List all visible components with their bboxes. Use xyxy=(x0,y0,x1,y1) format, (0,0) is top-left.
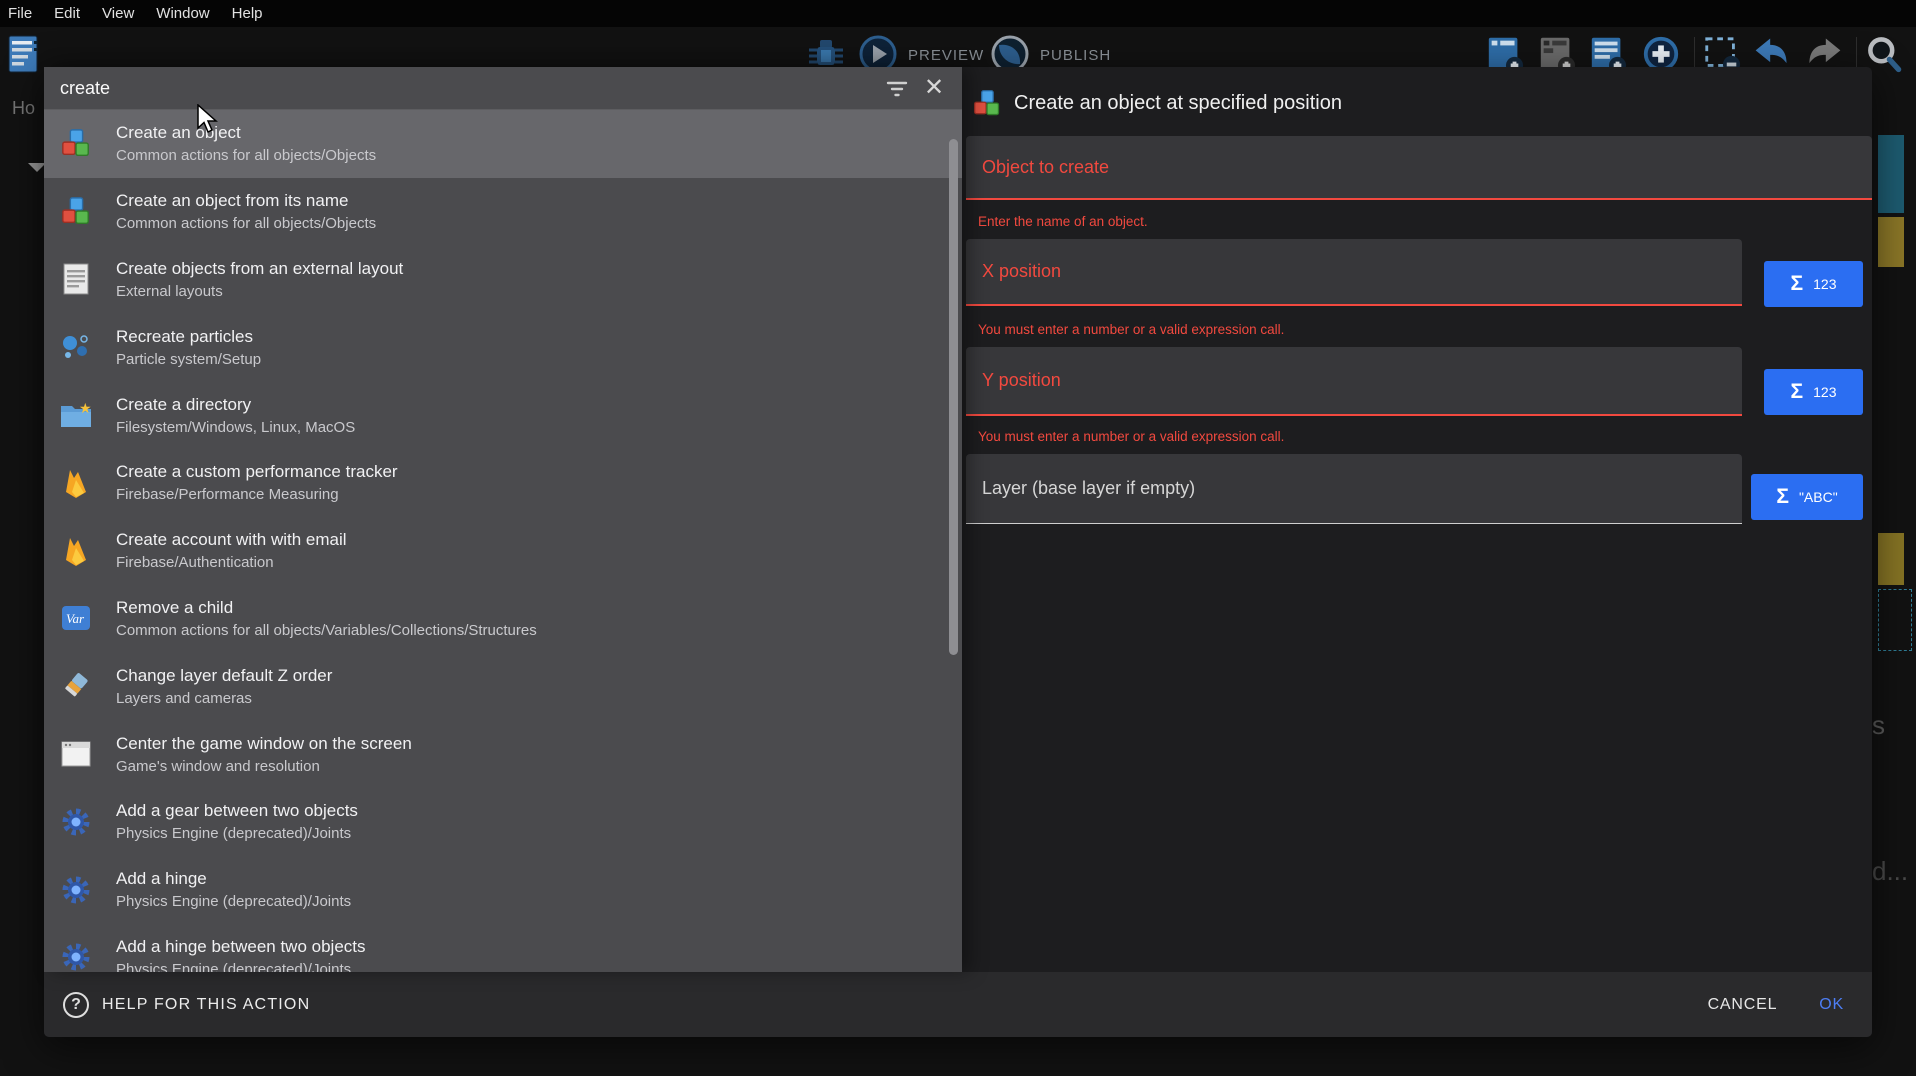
result-title: Add a gear between two objects xyxy=(116,801,358,821)
background-text-fragment: d... xyxy=(1872,856,1908,887)
background-selection-fragment xyxy=(1878,589,1912,651)
result-subtitle: Firebase/Performance Measuring xyxy=(116,486,398,503)
firebase-icon xyxy=(58,465,94,501)
close-icon[interactable]: ✕ xyxy=(924,72,944,104)
background-teal-fragment xyxy=(1878,135,1904,213)
result-subtitle: Physics Engine (deprecated)/Joints xyxy=(116,825,358,842)
field-helper-text: You must enter a number or a valid expre… xyxy=(978,322,1284,337)
gear-icon xyxy=(58,804,94,840)
search-result-item[interactable]: Add a hinge Physics Engine (deprecated)/J… xyxy=(44,856,962,924)
svg-text:★: ★ xyxy=(79,400,92,416)
search-result-item[interactable]: Create a custom performance tracker Fireb… xyxy=(44,449,962,517)
cancel-button[interactable]: CANCEL xyxy=(1708,996,1778,1014)
search-result-item[interactable]: Add a hinge between two objects Physics E… xyxy=(44,924,962,972)
background-olive-fragment xyxy=(1878,533,1904,585)
background-text-fragment: s xyxy=(1872,710,1885,741)
ok-button[interactable]: OK xyxy=(1819,996,1844,1014)
firebase-icon xyxy=(58,533,94,569)
x-position-field[interactable]: X position xyxy=(966,239,1742,306)
search-query: create xyxy=(60,78,110,99)
layer-field[interactable]: Layer (base layer if empty) xyxy=(966,454,1742,524)
preview-label[interactable]: PREVIEW xyxy=(908,47,984,64)
result-title: Add a hinge xyxy=(116,869,351,889)
help-icon: ? xyxy=(63,992,89,1018)
cubes-icon xyxy=(58,126,94,162)
result-title: Create an object xyxy=(116,123,376,143)
search-result-item[interactable]: Center the game window on the screen Game… xyxy=(44,720,962,788)
scrollbar-thumb[interactable] xyxy=(949,139,958,655)
folder-icon: ★ xyxy=(58,397,94,433)
result-title: Create an object from its name xyxy=(116,191,376,211)
cubes-icon xyxy=(972,89,1002,119)
result-subtitle: Physics Engine (deprecated)/Joints xyxy=(116,961,366,972)
home-tab-label[interactable]: Ho xyxy=(12,98,35,119)
result-subtitle: Filesystem/Windows, Linux, MacOS xyxy=(116,419,355,436)
search-result-item[interactable]: Create account with with email Firebase/A… xyxy=(44,517,962,585)
expression-builder-button[interactable]: Σ123 xyxy=(1764,369,1863,415)
gear-icon xyxy=(58,939,94,972)
result-subtitle: Common actions for all objects/Objects xyxy=(116,215,376,232)
app-root: File Edit View Window Help xyxy=(0,0,1916,1076)
result-title: Create account with with email xyxy=(116,530,347,550)
menu-help[interactable]: Help xyxy=(232,5,276,22)
dialog-footer: ? HELP FOR THIS ACTION CANCEL OK xyxy=(44,972,1872,1037)
mouse-cursor xyxy=(197,104,219,134)
result-title: Add a hinge between two objects xyxy=(116,937,366,957)
search-result-item[interactable]: ★ Create a directory Filesystem/Windows, L… xyxy=(44,381,962,449)
search-result-item[interactable]: Create objects from an external layout Ex… xyxy=(44,246,962,314)
help-for-this-action-button[interactable]: ? HELP FOR THIS ACTION xyxy=(63,992,310,1018)
result-subtitle: Common actions for all objects/Variables… xyxy=(116,622,537,639)
result-subtitle: Particle system/Setup xyxy=(116,351,261,368)
result-subtitle: Common actions for all objects/Objects xyxy=(116,147,376,164)
search-input[interactable]: create ✕ xyxy=(44,67,962,110)
result-title: Create a custom performance tracker xyxy=(116,462,398,482)
cubes-icon xyxy=(58,194,94,230)
search-result-item[interactable]: Change layer default Z order Layers and c… xyxy=(44,652,962,720)
result-subtitle: Game's window and resolution xyxy=(116,758,412,775)
result-title: Recreate particles xyxy=(116,327,261,347)
instruction-search-panel: create ✕ Create an object Common actions … xyxy=(44,67,962,972)
background-olive-fragment xyxy=(1878,217,1904,267)
menu-edit[interactable]: Edit xyxy=(54,5,93,22)
publish-label[interactable]: PUBLISH xyxy=(1040,47,1111,64)
eraser-icon xyxy=(58,668,94,704)
search-result-list: Create an object Common actions for all o… xyxy=(44,110,962,972)
field-helper-text: You must enter a number or a valid expre… xyxy=(978,429,1284,444)
result-subtitle: Layers and cameras xyxy=(116,690,332,707)
expression-builder-button[interactable]: Σ123 xyxy=(1764,261,1863,307)
result-title: Center the game window on the screen xyxy=(116,734,412,754)
menu-view[interactable]: View xyxy=(102,5,147,22)
y-position-field[interactable]: Y position xyxy=(966,347,1742,416)
result-title: Remove a child xyxy=(116,598,537,618)
search-result-item[interactable]: Create an object from its name Common act… xyxy=(44,178,962,246)
result-title: Create objects from an external layout xyxy=(116,259,403,279)
dialog-title: Create an object at specified position xyxy=(1014,92,1342,115)
search-result-item[interactable]: Var Remove a child Common actions for all … xyxy=(44,585,962,653)
result-title: Change layer default Z order xyxy=(116,666,332,686)
action-editor-dialog: Create an object at specified position O… xyxy=(44,67,1872,1037)
document-icon xyxy=(58,261,94,297)
search-result-item[interactable]: Add a gear between two objects Physics En… xyxy=(44,788,962,856)
svg-text:Var: Var xyxy=(66,611,85,626)
particles-icon xyxy=(58,329,94,365)
search-result-item[interactable]: Create an object Common actions for all o… xyxy=(44,110,962,178)
menu-file[interactable]: File xyxy=(8,5,45,22)
window-icon xyxy=(58,736,94,772)
gear-icon xyxy=(58,872,94,908)
result-subtitle: External layouts xyxy=(116,283,403,300)
expression-builder-button[interactable]: Σ"ABC" xyxy=(1751,474,1863,520)
result-subtitle: Firebase/Authentication xyxy=(116,554,347,571)
menu-window[interactable]: Window xyxy=(156,5,222,22)
field-helper-text: Enter the name of an object. xyxy=(978,214,1148,229)
menu-bar: File Edit View Window Help xyxy=(0,0,1916,27)
result-title: Create a directory xyxy=(116,395,355,415)
result-subtitle: Physics Engine (deprecated)/Joints xyxy=(116,893,351,910)
project-manager-icon[interactable] xyxy=(4,33,44,75)
var-icon: Var xyxy=(58,600,94,636)
search-result-item[interactable]: Recreate particles Particle system/Setup xyxy=(44,313,962,381)
filter-icon[interactable] xyxy=(886,80,908,103)
object-to-create-field[interactable]: Object to create xyxy=(966,136,1872,200)
